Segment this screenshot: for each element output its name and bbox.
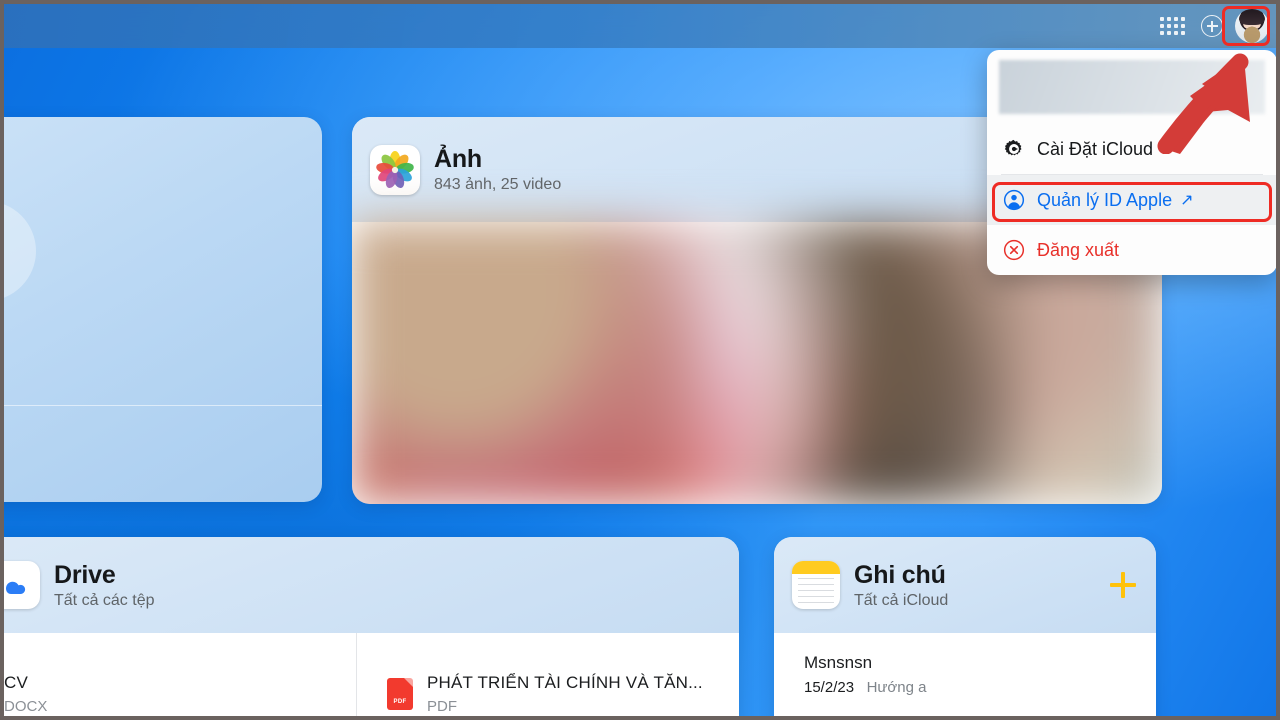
avatar: [1235, 9, 1269, 43]
person-circle-icon: [1003, 189, 1025, 211]
photos-card-subtitle: 843 ảnh, 25 video: [434, 176, 562, 193]
note-meta: 15/2/23 Hướng a: [804, 679, 1156, 696]
pdf-file-icon: PDF: [387, 678, 413, 710]
plus-circle-icon: [1201, 15, 1223, 37]
x-circle-icon: [1003, 239, 1025, 261]
drive-card[interactable]: Drive Tất cả các tệp CV DOCX PDF PHÁT TR…: [4, 537, 739, 716]
note-date: 15/2/23: [804, 679, 855, 696]
profile-card[interactable]: inh oud: [4, 117, 322, 502]
notes-card[interactable]: Ghi chú Tất cả iCloud Msnsnsn 15/2/23 Hư…: [774, 537, 1156, 716]
gear-icon: [1004, 139, 1022, 156]
drive-card-header: Drive Tất cả các tệp: [4, 537, 739, 633]
drive-card-subtitle: Tất cả các tệp: [54, 591, 155, 609]
note-title: Msnsnsn: [804, 653, 873, 672]
file-name: PHÁT TRIỂN TÀI CHÍNH VÀ TĂN...: [427, 673, 703, 692]
list-item[interactable]: CV DOCX: [4, 633, 356, 716]
file-name: CV: [4, 673, 29, 692]
notes-icon: [792, 561, 840, 609]
account-avatar-button[interactable]: [1232, 6, 1272, 46]
menu-item-sign-out[interactable]: Đăng xuất: [987, 225, 1276, 275]
menu-item-manage-apple-id[interactable]: Quản lý ID Apple ↗: [987, 175, 1276, 225]
notes-card-subtitle: Tất cả iCloud: [854, 591, 949, 609]
cloud-shape: [4, 141, 54, 311]
drive-card-title: Drive: [54, 560, 116, 589]
file-type: DOCX: [4, 698, 48, 715]
apps-grid-icon: [1159, 17, 1185, 35]
notes-card-header: Ghi chú Tất cả iCloud: [774, 537, 1156, 633]
screen: inh oud: [0, 0, 1280, 720]
menu-item-label: Cài Đặt iCloud: [1037, 138, 1154, 159]
photos-card-title: Ảnh: [434, 145, 482, 173]
add-button[interactable]: [1192, 6, 1232, 46]
file-type: PDF: [427, 698, 457, 715]
red-arrow-annotation: [1157, 53, 1250, 154]
notes-card-title: Ghi chú: [854, 560, 946, 589]
list-item[interactable]: PDF PHÁT TRIỂN TÀI CHÍNH VÀ TĂN... PDF: [356, 633, 739, 716]
note-preview: Hướng a: [866, 679, 927, 696]
top-toolbar: [4, 4, 1276, 48]
app-launcher-button[interactable]: [1152, 6, 1192, 46]
add-note-button[interactable]: [1110, 572, 1136, 598]
external-link-icon: ↗: [1180, 192, 1194, 209]
list-item[interactable]: Msnsnsn 15/2/23 Hướng a: [774, 633, 1156, 696]
menu-item-label: Quản lý ID Apple: [1037, 189, 1173, 210]
photos-icon: [370, 144, 420, 195]
drive-file-list: CV DOCX PDF PHÁT TRIỂN TÀI CHÍNH VÀ TĂN.…: [4, 633, 739, 716]
drive-icon: [4, 561, 40, 609]
divider: [4, 405, 322, 406]
menu-item-label: Đăng xuất: [1037, 239, 1120, 260]
